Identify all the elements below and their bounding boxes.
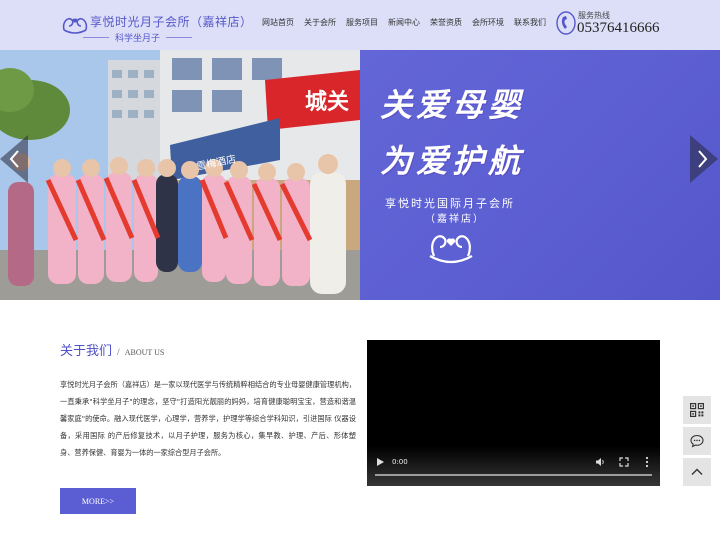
nav-item-about[interactable]: 关于会所 [304,17,336,28]
about-description: 享悦时光月子会所（嘉祥店）是一家以现代医学与传统精粹相结合的专业母婴健康管理机构… [60,380,356,457]
banner-slogan-line2: 为爱护航 [380,142,525,180]
banner-next-arrow[interactable] [690,135,718,183]
banner-branch-name: （嘉祥店） [425,214,485,225]
about-heading: 关于我们 / ABOUT US [60,340,164,359]
swan-logo-icon [62,17,88,34]
qrcode-icon [690,403,704,417]
chevron-up-icon [691,468,703,475]
more-options-icon[interactable] [644,456,650,468]
banner-slogan-line1: 关爱母婴 [380,86,525,124]
chat-icon [690,434,704,448]
nav-item-environment[interactable]: 会所环境 [472,17,504,28]
site-logo[interactable]: 享悦时光月子会所（嘉祥店） 科学坐月子 [60,6,260,46]
play-icon[interactable] [375,457,385,467]
main-nav: 网站首页 关于会所 服务项目 新闻中心 荣誉资质 会所环境 联系我们 [262,17,556,28]
video-time: 0:00 [392,458,408,466]
nav-item-home[interactable]: 网站首页 [262,17,294,28]
back-to-top-button[interactable] [683,458,711,486]
volume-icon[interactable] [595,457,605,467]
storefront-sign: 城关 [305,90,350,115]
video-controls-bar [367,446,660,486]
chat-button[interactable] [683,427,711,455]
floating-toolbar [683,396,711,489]
about-separator: / [117,347,120,357]
phone-icon [556,11,576,35]
nav-item-services[interactable]: 服务项目 [346,17,378,28]
fullscreen-icon[interactable] [619,457,629,467]
more-button[interactable]: MORE>> [60,488,136,514]
video-player[interactable]: 0:00 [367,340,660,486]
site-header: 享悦时光月子会所（嘉祥店） 科学坐月子 网站首页 关于会所 服务项目 新闻中心 … [0,0,720,50]
about-title: 关于我们 [60,344,113,359]
nav-item-contact[interactable]: 联系我们 [514,17,546,28]
banner-prev-arrow[interactable] [0,135,28,183]
hotline-number: 05376416666 [577,20,660,36]
nav-item-news[interactable]: 新闻中心 [388,17,420,28]
hero-banner: 城关 雪梅酒店 关爱母婴 为爱护航 享悦时光国际月子会所 （嘉祥店） [0,50,720,300]
swan-emblem-icon [429,235,473,264]
video-progress-bar[interactable] [375,474,652,476]
logo-subtitle: 科学坐月子 [82,31,193,44]
hotline: 服务热线 05376416666 [556,8,720,44]
nav-item-honors[interactable]: 荣誉资质 [430,17,462,28]
banner-brand-name: 享悦时光国际月子会所 [385,197,515,210]
about-title-en: ABOUT US [124,348,165,357]
qrcode-button[interactable] [683,396,711,424]
logo-title: 享悦时光月子会所（嘉祥店） [90,15,253,29]
